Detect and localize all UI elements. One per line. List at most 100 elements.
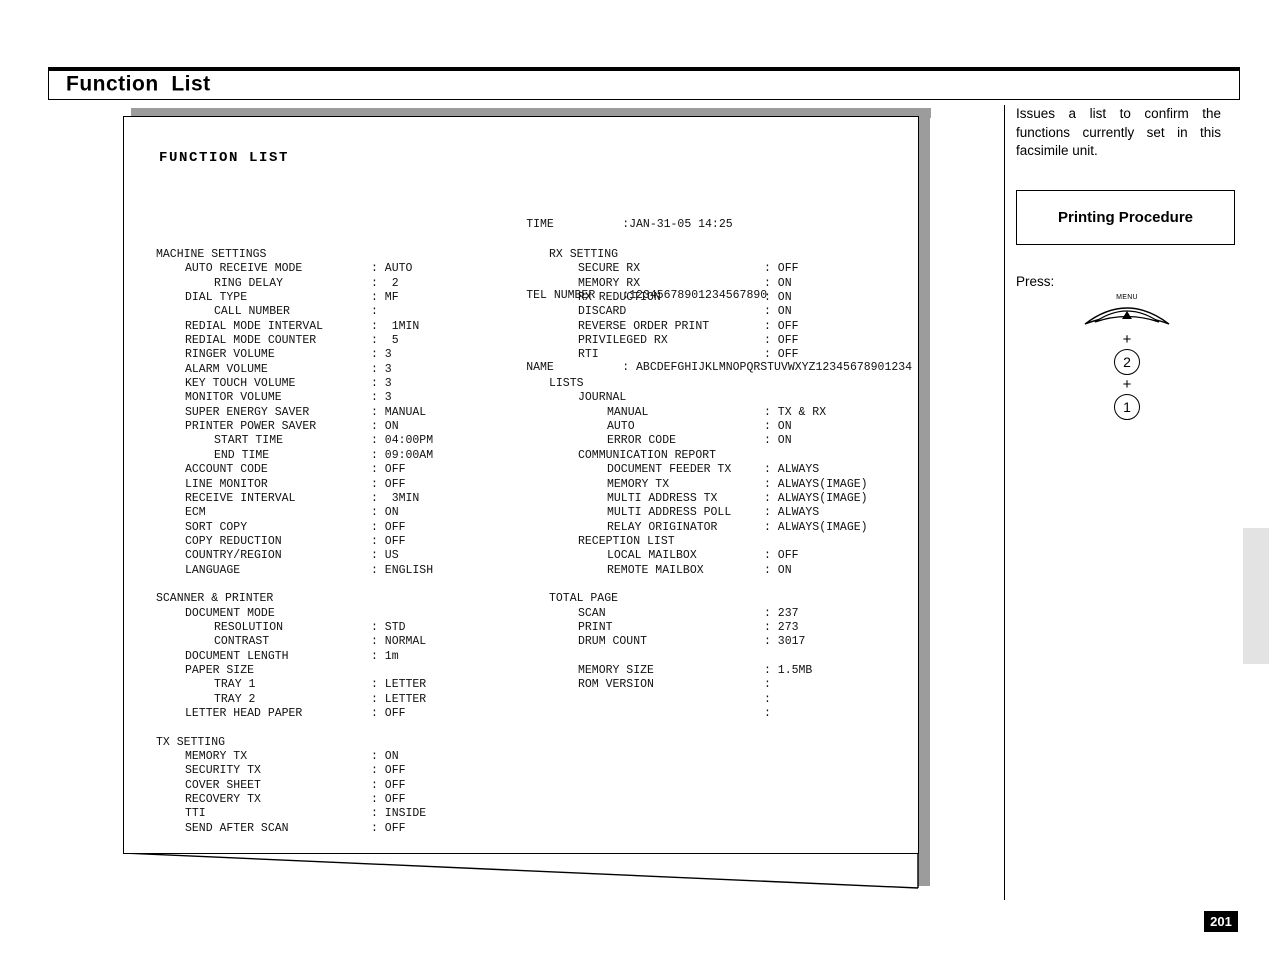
page-title-bar: Function List — [48, 67, 1240, 100]
report-line-value: : LETTER — [371, 692, 427, 706]
report-line: ALARM VOLUME: 3 — [156, 363, 486, 377]
report-line-value: : 09:00AM — [371, 448, 434, 462]
report-line: MEMORY RX: ON — [549, 277, 909, 291]
report-line: RINGER VOLUME: 3 — [156, 348, 486, 362]
report-line-value: : ALWAYS — [764, 463, 820, 477]
chapter-edge-tab — [1243, 528, 1269, 664]
report-line-label: PRINT — [578, 620, 613, 634]
report-line: MONITOR VOLUME: 3 — [156, 391, 486, 405]
report-line-value: : OFF — [764, 549, 799, 563]
report-line-value: : OFF — [371, 793, 406, 807]
report-line-label: RING DELAY — [214, 276, 284, 290]
press-label: Press: — [1016, 274, 1055, 289]
report-line-label: LISTS — [549, 377, 584, 391]
report-line: ERROR CODE: ON — [549, 434, 909, 448]
report-line: PAPER SIZE — [156, 664, 486, 678]
report-line-label: MEMORY TX — [185, 750, 248, 764]
report-line-label: CALL NUMBER — [214, 305, 290, 319]
report-line-label: RECOVERY TX — [185, 793, 261, 807]
report-line-label: RECEPTION LIST — [578, 534, 675, 548]
report-blank-line — [549, 650, 909, 664]
report-line-value: : ON — [764, 305, 792, 319]
report-line-value: : OFF — [764, 262, 799, 276]
report-line-value: : 2 — [371, 276, 399, 290]
report-line-label: RTI — [578, 348, 599, 362]
report-line-value: : OFF — [764, 319, 799, 333]
report-line-value: : ON — [371, 420, 399, 434]
report-line-label: KEY TOUCH VOLUME — [185, 377, 296, 391]
report-line-label: LANGUAGE — [185, 563, 241, 577]
report-line-value: : OFF — [371, 778, 406, 792]
report-line: LETTER HEAD PAPER : OFF — [156, 707, 486, 721]
report-blank-line — [549, 578, 909, 592]
report-line-label: LETTER HEAD PAPER — [185, 707, 303, 720]
report-line-value: : 1.5MB — [764, 663, 813, 677]
numeric-key-1-label: 1 — [1123, 399, 1131, 415]
report-line: COUNTRY/REGION : US — [156, 549, 486, 563]
report-line: RECOVERY TX : OFF — [156, 793, 486, 807]
numeric-key-2[interactable]: 2 — [1114, 349, 1140, 375]
numeric-key-1[interactable]: 1 — [1114, 394, 1140, 420]
report-line-label: ACCOUNT CODE — [185, 463, 268, 477]
report-line-label: SUPER ENERGY SAVER — [185, 405, 310, 419]
report-line: : — [549, 693, 909, 707]
report-line-value: : 04:00PM — [371, 434, 434, 448]
report-line-label: LOCAL MAILBOX — [607, 549, 697, 563]
report-line: : — [549, 707, 909, 721]
report-line: SCAN: 237 — [549, 607, 909, 621]
report-line-label: MACHINE SETTINGS — [156, 248, 267, 261]
report-line-value: : TX & RX — [764, 405, 827, 419]
report-line: MACHINE SETTINGS — [156, 248, 486, 262]
report-line: KEY TOUCH VOLUME: 3 — [156, 377, 486, 391]
report-line-value: : LETTER — [371, 678, 427, 692]
report-line-label: LINE MONITOR — [185, 477, 268, 491]
report-line-label: TOTAL PAGE — [549, 592, 619, 606]
report-line-value: : ALWAYS(IMAGE) — [764, 477, 868, 491]
report-line-label: SECURITY TX — [185, 764, 261, 778]
report-line-label: RELAY ORIGINATOR — [607, 520, 718, 534]
report-line: REDIAL MODE COUNTER: 5 — [156, 334, 486, 348]
report-line-label: DOCUMENT FEEDER TX — [607, 463, 732, 477]
report-line-value: : 3 — [371, 391, 392, 405]
plus-separator-2: + — [1122, 376, 1132, 393]
report-line-value: : INSIDE — [371, 807, 427, 821]
report-line-value: : — [764, 707, 771, 720]
sheet-shadow-right — [918, 108, 930, 886]
report-line: AUTO RECEIVE MODE: AUTO — [156, 262, 486, 276]
report-line-value: : US — [371, 549, 399, 563]
report-line-value: : ON — [764, 276, 792, 290]
menu-key[interactable]: MENU — [1075, 294, 1179, 330]
report-line: DOCUMENT LENGTH: 1m — [156, 650, 486, 664]
report-line: END TIME: 09:00AM — [156, 449, 486, 463]
report-line-label: SCAN — [578, 606, 606, 620]
report-line-value: : — [764, 692, 771, 706]
report-line-value: : OFF — [371, 520, 406, 534]
report-line: RTI: OFF — [549, 348, 909, 362]
report-line-label: TRAY 1 — [214, 678, 256, 692]
report-line: MEMORY TX: ON — [156, 750, 486, 764]
report-line-value: : 1MIN — [371, 319, 420, 333]
report-line-label: PAPER SIZE — [185, 663, 255, 677]
report-line-label: COUNTRY/REGION — [185, 549, 282, 563]
report-line: CALL NUMBER: — [156, 305, 486, 319]
report-line-label: REDIAL MODE INTERVAL — [185, 319, 324, 333]
report-line-label: MULTI ADDRESS TX — [607, 491, 718, 505]
report-line-label: MANUAL — [607, 405, 649, 419]
report-line-value: : ALWAYS — [764, 506, 820, 520]
report-line-value: : OFF — [371, 707, 406, 720]
report-line-value: : — [371, 305, 378, 319]
report-line: START TIME: 04:00PM — [156, 434, 486, 448]
report-line: RING DELAY : 2 — [156, 277, 486, 291]
header-row-time: TIME:JAN-31-05 14:25 — [471, 204, 912, 247]
report-line: COPY REDUCTION: OFF — [156, 535, 486, 549]
report-line: MEMORY TX: ALWAYS(IMAGE) — [549, 478, 909, 492]
report-line: ACCOUNT CODE : OFF — [156, 463, 486, 477]
report-line: REDIAL MODE INTERVAL : 1MIN — [156, 320, 486, 334]
report-line-value: : OFF — [371, 821, 406, 835]
report-line-label: TRAY 2 — [214, 692, 256, 706]
report-line-label: PRINTER POWER SAVER — [185, 420, 317, 434]
report-line-label: SEND AFTER SCAN — [185, 821, 289, 835]
report-line-label: ALARM VOLUME — [185, 362, 268, 376]
report-line-label: REMOTE MAILBOX — [607, 563, 704, 577]
report-line-value: : OFF — [371, 463, 406, 477]
